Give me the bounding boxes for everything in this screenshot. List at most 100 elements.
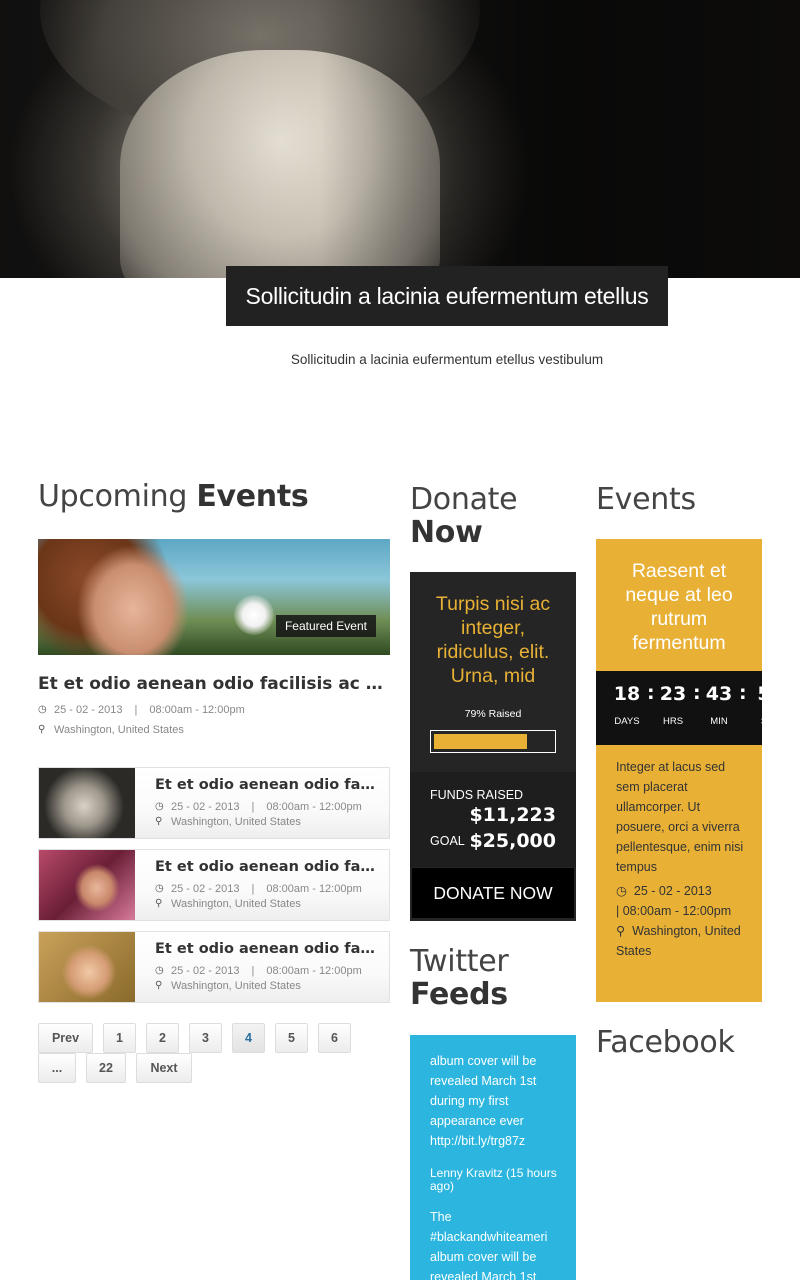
event-time: 08:00am - 12:00pm	[266, 801, 362, 813]
clock-icon: ◷	[616, 884, 627, 898]
page-button[interactable]: 2	[146, 1023, 179, 1053]
event-time: | 08:00am - 12:00pm	[616, 904, 732, 918]
clock-icon: ◷	[155, 965, 164, 976]
event-time: 08:00am - 12:00pm	[266, 883, 362, 895]
donate-widget: Turpis nisi ac integer, ridiculus, elit.…	[410, 572, 576, 921]
hero-subtitle: Sollicitudin a lacinia eufermentum etell…	[290, 352, 604, 367]
page-button[interactable]: 3	[189, 1023, 222, 1053]
event-location: Washington, United States	[171, 898, 301, 910]
separator: |	[251, 883, 255, 895]
separator: |	[251, 965, 255, 977]
raised-label: 79% Raised	[464, 708, 522, 720]
countdown-minutes: 43	[705, 683, 733, 705]
map-pin-icon: ⚲	[155, 816, 163, 827]
tweet-author[interactable]: Lenny Kravitz (15 hours ago)	[430, 1167, 558, 1193]
page-button[interactable]: 5	[275, 1023, 308, 1053]
featured-event-datetime: ◷ 25 - 02 - 2013 | 08:00am - 12:00pm	[38, 704, 245, 716]
hero-image	[0, 0, 800, 278]
event-date: 25 - 02 - 2013	[171, 883, 240, 895]
event-item-location: ⚲ Washington, United States	[155, 980, 301, 992]
page-ellipsis: ...	[38, 1053, 76, 1083]
countdown-days-label: DAYS	[614, 716, 640, 727]
featured-event-tag: Featured Event	[275, 615, 376, 637]
prev-page-button[interactable]: Prev	[38, 1023, 93, 1053]
upcoming-events-heading: Upcoming Events	[38, 480, 390, 513]
event-thumbnail	[39, 768, 135, 838]
event-location: Washington, United States	[616, 924, 741, 958]
map-pin-icon: ⚲	[155, 980, 163, 991]
events-heading: Events	[596, 483, 696, 516]
event-location: Washington, United States	[54, 724, 184, 736]
hero-title: Sollicitudin a lacinia eufermentum etell…	[226, 266, 668, 326]
event-list-item[interactable]: Et et odio aenean odio facilisi... ◷ 25 …	[38, 767, 390, 839]
event-info: ◷ 25 - 02 - 2013 | 08:00am - 12:00pm ⚲ W…	[616, 881, 748, 961]
funds-panel: FUNDS RAISED $11,223 GOAL $25,000	[410, 772, 576, 867]
heading-bold: Feeds	[410, 977, 508, 1012]
goal-label: GOAL	[430, 834, 465, 848]
dandelion-shape	[234, 595, 274, 635]
separator: |	[134, 704, 138, 716]
separator: |	[251, 801, 255, 813]
countdown-seconds-label: S	[744, 716, 762, 727]
event-list-item[interactable]: Et et odio aenean odio facilisi... ◷ 25 …	[38, 849, 390, 921]
event-item-location: ⚲ Washington, United States	[155, 898, 301, 910]
featured-event-location: ⚲ Washington, United States	[38, 724, 184, 736]
event-description: Integer at lacus sed sem placerat ullamc…	[616, 760, 744, 874]
girl-shape	[38, 539, 208, 655]
featured-event-title[interactable]: Et et odio aenean odio facilisis ac turp…	[38, 674, 390, 694]
heading-light: Upcoming	[38, 479, 197, 514]
featured-event-image[interactable]: Featured Event	[38, 539, 390, 655]
event-title[interactable]: Raesent et neque at leo rutrum fermentum	[604, 559, 754, 655]
donate-heading: Donate Now	[410, 482, 518, 550]
donate-text: Turpis nisi ac integer, ridiculus, elit.…	[435, 593, 551, 687]
heading-light: Twitter	[410, 944, 509, 979]
countdown-seconds: 5	[744, 683, 762, 705]
event-time: 08:00am - 12:00pm	[266, 965, 362, 977]
event-location: Washington, United States	[171, 816, 301, 828]
event-list-item[interactable]: Et et odio aenean odio facilisi... ◷ 25 …	[38, 931, 390, 1003]
event-time: 08:00am - 12:00pm	[149, 704, 245, 716]
page-button[interactable]: 6	[318, 1023, 351, 1053]
countdown-hours-label: HRS	[662, 716, 684, 727]
heading-light: Events	[596, 482, 696, 517]
twitter-feed: album cover will be revealed March 1st d…	[410, 1035, 576, 1280]
clock-icon: ◷	[38, 704, 47, 715]
event-item-datetime: ◷ 25 - 02 - 2013 | 08:00am - 12:00pm	[155, 965, 362, 977]
funds-raised-value: $11,223	[469, 804, 556, 826]
clock-icon: ◷	[155, 801, 164, 812]
heading-light: Donate	[410, 482, 518, 517]
countdown-minutes-label: MIN	[710, 716, 728, 727]
page-button-last[interactable]: 22	[86, 1053, 126, 1083]
donation-progress-bar	[430, 730, 556, 753]
event-item-title[interactable]: Et et odio aenean odio facilisi...	[155, 777, 375, 793]
tweet-text[interactable]: album cover will be revealed March 1st d…	[430, 1051, 558, 1151]
hero-shade	[0, 0, 800, 278]
countdown-timer: 18 : 23 : 43 : 5 DAYS HRS MIN S	[596, 671, 762, 745]
event-date: 25 - 02 - 2013	[54, 704, 123, 716]
map-pin-icon: ⚲	[616, 924, 626, 938]
page-button[interactable]: 1	[103, 1023, 136, 1053]
goal-value: $25,000	[469, 830, 556, 852]
event-countdown-widget: Raesent et neque at leo rutrum fermentum…	[596, 539, 762, 1002]
countdown-hours: 23	[659, 683, 687, 705]
event-item-datetime: ◷ 25 - 02 - 2013 | 08:00am - 12:00pm	[155, 801, 362, 813]
event-item-title[interactable]: Et et odio aenean odio facilisi...	[155, 941, 375, 957]
twitter-heading: Twitter Feeds	[410, 944, 509, 1012]
event-thumbnail	[39, 932, 135, 1002]
facebook-heading: Facebook	[596, 1026, 735, 1059]
heading-bold: Now	[410, 515, 483, 550]
event-date: 25 - 02 - 2013	[633, 884, 712, 898]
page-button-active[interactable]: 4	[232, 1023, 265, 1053]
event-thumbnail	[39, 850, 135, 920]
clock-icon: ◷	[155, 883, 164, 894]
map-pin-icon: ⚲	[38, 724, 46, 735]
event-location: Washington, United States	[171, 980, 301, 992]
funds-raised-label: FUNDS RAISED	[430, 788, 524, 802]
event-item-title[interactable]: Et et odio aenean odio facilisi...	[155, 859, 375, 875]
next-page-button[interactable]: Next	[136, 1053, 192, 1083]
donate-now-button[interactable]: DONATE NOW	[412, 868, 574, 918]
event-date: 25 - 02 - 2013	[171, 801, 240, 813]
heading-bold: Events	[196, 479, 309, 514]
countdown-days: 18	[613, 683, 641, 705]
tweet-text[interactable]: The #blackandwhiteameri album cover will…	[430, 1207, 558, 1280]
